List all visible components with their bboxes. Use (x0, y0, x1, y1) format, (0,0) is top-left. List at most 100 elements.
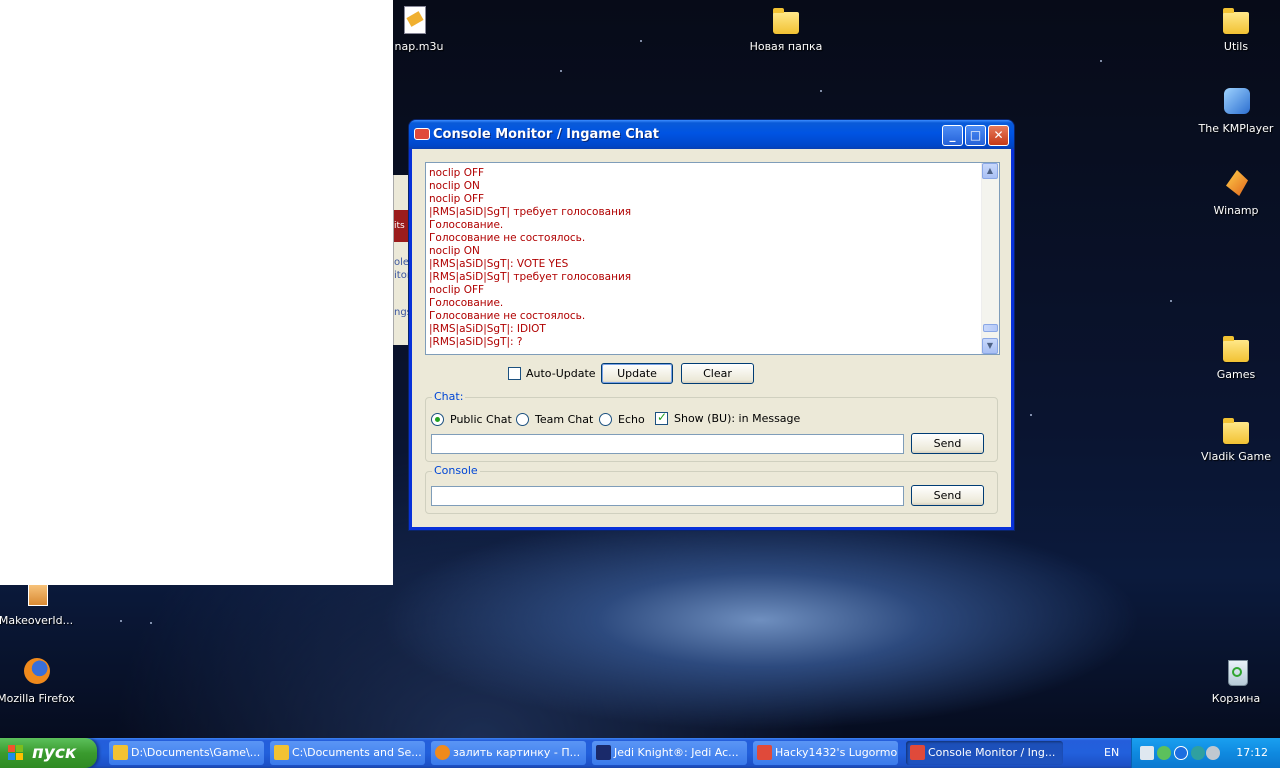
minimize-button[interactable]: _ (942, 125, 963, 146)
taskbar: пуск D:\Documents\Game\... C:\Documents … (0, 738, 1280, 768)
taskbar-item[interactable]: залить картинку - П... (431, 741, 586, 765)
taskbar-item[interactable]: C:\Documents and Se... (270, 741, 425, 765)
log-line: Голосование не состоялось. (429, 232, 586, 244)
public-chat-label: Public Chat (450, 413, 512, 426)
log-line: |RMS|aSiD|SgT| требует голосования (429, 271, 632, 283)
app-icon (757, 745, 772, 760)
desktop-icon-makeover[interactable]: MakeoverId... (0, 578, 81, 627)
show-bu-label: Show (BU): in Message (674, 412, 801, 425)
background-window-text: ole (394, 257, 410, 268)
taskbar-item[interactable]: Jedi Knight®: Jedi Ac... (592, 741, 747, 765)
chat-group: Chat: Public Chat Team Chat Echo Show (B… (425, 390, 998, 462)
tray-app-icon[interactable] (1206, 746, 1220, 760)
desktop-icon-vladik-game[interactable]: Vladik Game (1191, 414, 1280, 463)
recycle-bin-icon (1220, 656, 1252, 688)
desktop-icon-label: The KMPlayer (1198, 122, 1274, 135)
scroll-up-icon[interactable]: ▲ (982, 163, 998, 179)
log-line: noclip ON (429, 245, 480, 257)
desktop-icon-label: Mozilla Firefox (0, 692, 75, 705)
scroll-down-icon[interactable]: ▼ (982, 338, 998, 354)
makeover-app-icon (20, 578, 52, 610)
clock[interactable]: 17:12 (1236, 738, 1268, 768)
console-input[interactable] (431, 486, 904, 506)
desktop-icon-utils[interactable]: Utils (1191, 4, 1280, 53)
background-window-red-label: its (394, 210, 410, 242)
echo-label: Echo (618, 413, 645, 426)
blank-window (0, 0, 393, 585)
background-window-text: ngs (394, 307, 410, 318)
public-chat-radio[interactable] (431, 413, 444, 426)
team-chat-radio[interactable] (516, 413, 529, 426)
desktop-icon-label: Utils (1223, 40, 1249, 53)
desktop-icon-label: Новая папка (749, 40, 823, 53)
desktop-icon-label: nap.m3u (394, 40, 444, 53)
desktop-icon-winamp[interactable]: Winamp (1191, 168, 1280, 217)
jedi-knight-icon (596, 745, 611, 760)
network-icon[interactable] (1140, 746, 1154, 760)
start-button[interactable]: пуск (0, 738, 97, 768)
firefox-icon (435, 745, 450, 760)
desktop-icon-games[interactable]: Games (1191, 332, 1280, 381)
start-label: пуск (32, 743, 77, 763)
app-icon (910, 745, 925, 760)
tray-app-icon[interactable] (1191, 746, 1205, 760)
desktop-icon-recycle-bin[interactable]: Корзина (1191, 656, 1280, 705)
chat-input[interactable] (431, 434, 904, 454)
desktop-icon-new-folder[interactable]: Новая папка (741, 4, 831, 53)
desktop-icon-label: Games (1216, 368, 1256, 381)
taskbar-item-label: D:\Documents\Game\... (131, 746, 261, 759)
console-log[interactable]: noclip OFF noclip ON noclip OFF |RMS|aSiD|S… (425, 162, 1000, 355)
update-button[interactable]: Update (601, 363, 673, 384)
folder-icon (1220, 414, 1252, 446)
background-window-edge: its ole itor ngs (393, 175, 410, 345)
taskbar-item-label: C:\Documents and Se... (292, 746, 422, 759)
desktop-icon-firefox[interactable]: Mozilla Firefox (0, 656, 81, 705)
console-monitor-window: Console Monitor / Ingame Chat _ □ ✕ nocl… (409, 120, 1014, 530)
language-indicator[interactable]: EN (1104, 738, 1119, 768)
winamp-icon (1220, 168, 1252, 200)
log-line: |RMS|aSiD|SgT|: ? (429, 336, 523, 348)
system-tray: 17:12 (1131, 738, 1280, 768)
log-line: |RMS|aSiD|SgT| требует голосования (429, 206, 632, 218)
taskbar-item[interactable]: D:\Documents\Game\... (109, 741, 264, 765)
console-group-title: Console (432, 464, 480, 477)
log-scrollbar[interactable]: ▲ ▼ (981, 163, 999, 354)
folder-icon (770, 4, 802, 36)
log-line: noclip OFF (429, 167, 485, 179)
chat-group-title: Chat: (432, 390, 466, 403)
log-line: Голосование. (429, 219, 504, 231)
desktop-icon-kmplayer[interactable]: The KMPlayer (1191, 86, 1280, 135)
taskbar-item-label: залить картинку - П... (453, 746, 581, 759)
power-icon[interactable] (1174, 746, 1188, 760)
taskbar-item-label: Jedi Knight®: Jedi Ac... (614, 746, 739, 759)
chat-send-button[interactable]: Send (911, 433, 984, 454)
folder-icon (274, 745, 289, 760)
log-line: noclip OFF (429, 284, 485, 296)
log-lines: noclip OFF noclip ON noclip OFF |RMS|aSiD|S… (429, 167, 981, 349)
folder-icon (1220, 4, 1252, 36)
desktop-icon-label: Vladik Game (1201, 450, 1271, 463)
auto-update-checkbox[interactable] (508, 367, 521, 380)
scroll-thumb[interactable] (983, 324, 998, 332)
taskbar-item-label: Hacky1432's Lugormo... (775, 746, 898, 759)
auto-update-label: Auto-Update (526, 367, 596, 380)
desktop-icon-label: Winamp (1213, 204, 1259, 217)
close-button[interactable]: ✕ (988, 125, 1009, 146)
show-bu-checkbox[interactable] (655, 410, 668, 425)
messenger-icon[interactable] (1157, 746, 1171, 760)
console-group: Console Send (425, 464, 998, 514)
kmplayer-icon (1220, 86, 1252, 118)
taskbar-item-active[interactable]: Console Monitor / Ing... (906, 741, 1063, 765)
log-line: noclip OFF (429, 193, 485, 205)
maximize-button[interactable]: □ (965, 125, 986, 146)
desktop-icon-playlist[interactable]: nap.m3u (374, 4, 454, 53)
playlist-file-icon (398, 4, 430, 36)
log-line: noclip ON (429, 180, 480, 192)
clear-button[interactable]: Clear (681, 363, 754, 384)
taskbar-item[interactable]: Hacky1432's Lugormo... (753, 741, 898, 765)
folder-icon (113, 745, 128, 760)
console-send-button[interactable]: Send (911, 485, 984, 506)
background-window-text: itor (394, 270, 410, 281)
echo-radio[interactable] (599, 413, 612, 426)
window-titlebar[interactable]: Console Monitor / Ingame Chat _ □ ✕ (409, 120, 1014, 149)
